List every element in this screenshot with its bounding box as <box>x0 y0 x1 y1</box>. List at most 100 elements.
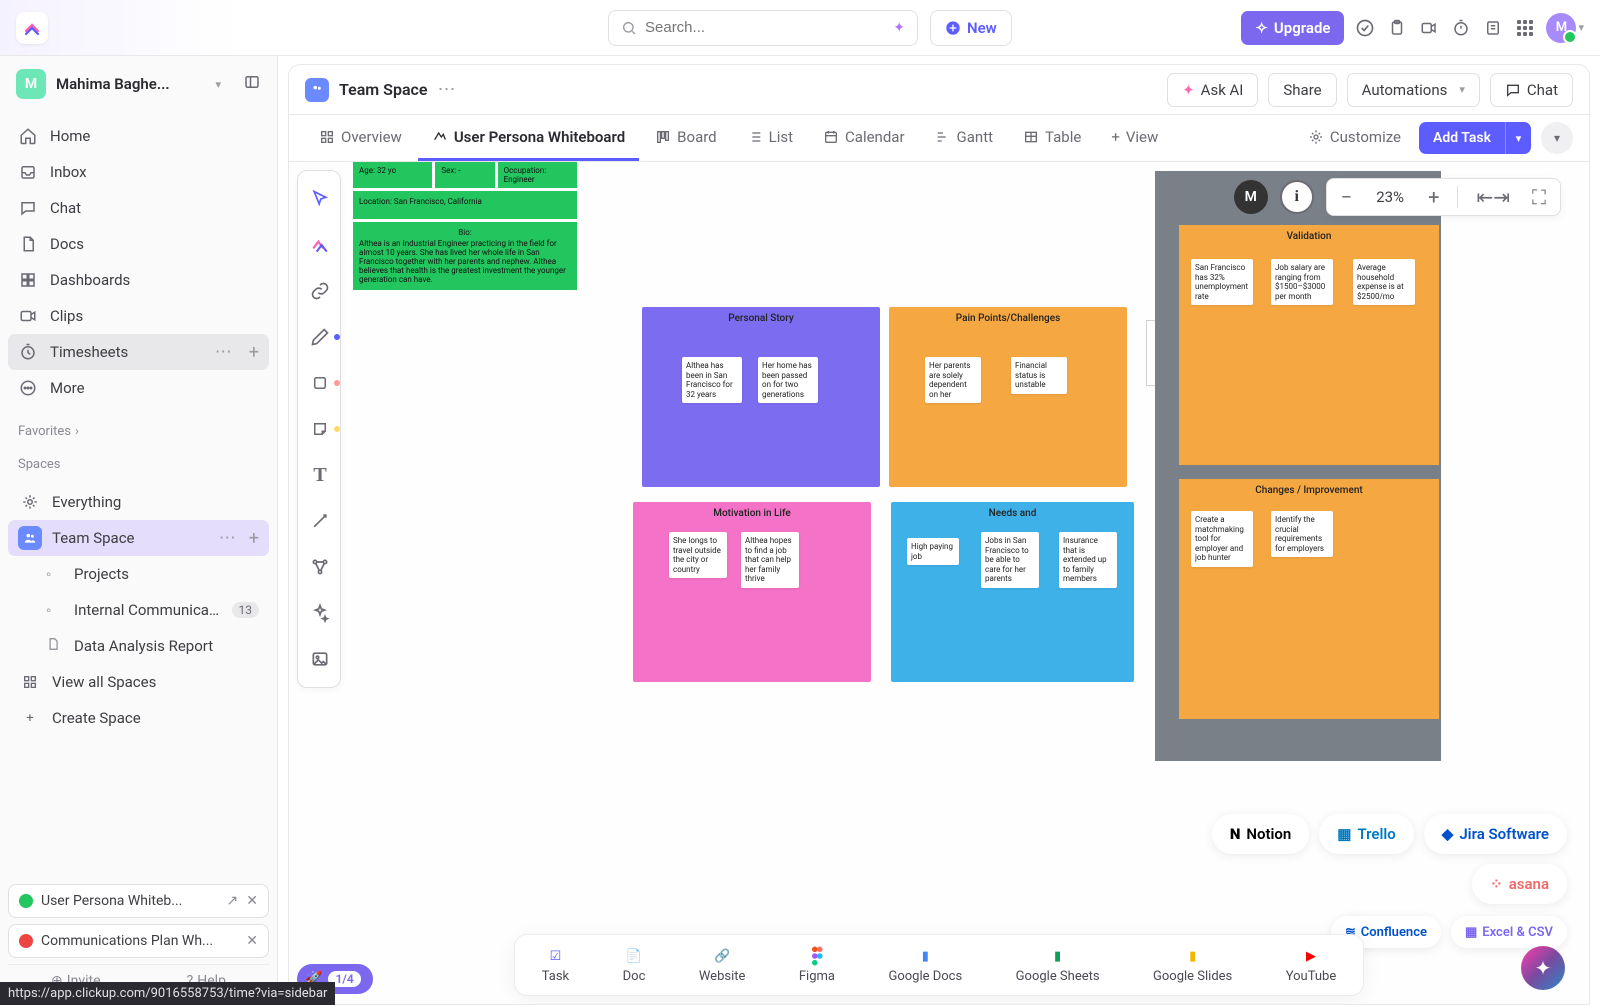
automations-button[interactable]: Automations▾ <box>1347 73 1480 107</box>
sidebar-collapse-icon[interactable] <box>243 73 261 95</box>
magic-tool[interactable] <box>298 591 342 635</box>
tab-gantt[interactable]: Gantt <box>921 115 1007 161</box>
notepad-icon[interactable] <box>1482 17 1504 39</box>
changes-box[interactable]: Changes / Improvement Create a matchmaki… <box>1179 479 1439 719</box>
whiteboard-canvas[interactable]: T 🚀 1/4 M i − 23% + ⇤⇥ ⛶ <box>288 162 1590 1005</box>
user-avatar[interactable]: M <box>1546 13 1576 43</box>
breadcrumb-title[interactable]: Team Space <box>339 80 428 99</box>
space-everything[interactable]: Everything <box>8 484 269 520</box>
tab-add-view[interactable]: +View <box>1097 115 1172 161</box>
favorites-label[interactable]: Favorites› <box>0 412 277 445</box>
ai-tool[interactable] <box>298 223 342 267</box>
dock-gslides[interactable]: ▮Google Slides <box>1153 946 1232 984</box>
nav-dashboards[interactable]: Dashboards <box>8 262 269 298</box>
tab-board[interactable]: Board <box>641 115 730 161</box>
pain-points-box[interactable]: Pain Points/Challenges Her parents are s… <box>889 307 1127 487</box>
add-task-button[interactable]: Add Task <box>1419 122 1505 154</box>
share-button[interactable]: Share <box>1268 73 1336 107</box>
motivation-box[interactable]: Motivation in Life She longs to travel o… <box>633 502 871 682</box>
workspace-switcher[interactable]: M Mahima Baghe... ▾ <box>0 56 277 112</box>
more-icon[interactable]: ⋯ <box>215 342 233 362</box>
text-tool[interactable]: T <box>298 453 342 497</box>
customize-button[interactable]: Customize <box>1300 115 1409 161</box>
integration-asana[interactable]: ⁘asana <box>1472 864 1567 904</box>
more-icon[interactable]: ⋯ <box>438 79 457 100</box>
check-circle-icon[interactable] <box>1354 17 1376 39</box>
nav-timesheets[interactable]: Timesheets⋯+ <box>8 334 269 370</box>
more-options-button[interactable]: ▾ <box>1541 122 1573 154</box>
integration-notion[interactable]: NNotion <box>1212 814 1309 854</box>
open-task-2[interactable]: Communications Plan Wh... ✕ <box>8 924 269 958</box>
search-input[interactable]: ✦ <box>608 10 918 46</box>
nav-docs[interactable]: Docs <box>8 226 269 262</box>
create-space[interactable]: +Create Space <box>8 700 269 736</box>
nav-inbox[interactable]: Inbox <box>8 154 269 190</box>
apps-grid-icon[interactable] <box>1514 17 1536 39</box>
fullscreen-icon[interactable]: ⛶ <box>1528 185 1550 209</box>
image-tool[interactable] <box>298 637 342 681</box>
plus-icon[interactable]: + <box>249 528 259 549</box>
add-task-dropdown[interactable]: ▾ <box>1505 122 1531 154</box>
view-all-spaces[interactable]: View all Spaces <box>8 664 269 700</box>
upgrade-button[interactable]: ✧ Upgrade <box>1241 11 1344 45</box>
integration-excel[interactable]: ▦Excel & CSV <box>1451 916 1567 948</box>
app-logo[interactable] <box>16 12 48 44</box>
space-data-analysis[interactable]: Data Analysis Report <box>8 628 269 664</box>
chat-button[interactable]: Chat <box>1490 73 1573 107</box>
nav-more[interactable]: More <box>8 370 269 406</box>
tab-list[interactable]: List <box>733 115 807 161</box>
close-icon[interactable]: ✕ <box>246 893 258 909</box>
zoom-percent[interactable]: 23% <box>1370 188 1410 206</box>
clipboard-icon[interactable] <box>1386 17 1408 39</box>
right-panel[interactable]: Validation San Francisco has 32% unemplo… <box>1155 171 1441 761</box>
space-team-space[interactable]: Team Space ⋯ + <box>8 520 269 556</box>
validation-box[interactable]: Validation San Francisco has 32% unemplo… <box>1179 225 1439 465</box>
cursor-tool[interactable] <box>298 177 342 221</box>
stopwatch-icon[interactable] <box>1450 17 1472 39</box>
tab-whiteboard[interactable]: User Persona Whiteboard <box>418 115 639 161</box>
ask-ai-button[interactable]: Ask AI <box>1167 73 1258 107</box>
fit-width-icon[interactable]: ⇤⇥ <box>1472 185 1514 209</box>
dock-website[interactable]: 🔗Website <box>699 946 746 984</box>
dock-gsheets[interactable]: ▮Google Sheets <box>1016 946 1100 984</box>
video-icon[interactable] <box>1418 17 1440 39</box>
breadcrumb-space-icon[interactable] <box>305 78 329 102</box>
needs-box[interactable]: Needs and High paying job Jobs in San Fr… <box>891 502 1134 682</box>
tab-calendar[interactable]: Calendar <box>809 115 919 161</box>
sticky-tool[interactable] <box>298 407 342 451</box>
fab-create[interactable]: ✦ <box>1521 946 1565 990</box>
new-button[interactable]: New <box>930 10 1012 46</box>
integration-trello[interactable]: ▦Trello <box>1319 814 1414 854</box>
diagram-tool[interactable] <box>298 545 342 589</box>
more-icon[interactable]: ⋯ <box>219 528 237 548</box>
dock-gdocs[interactable]: ▮Google Docs <box>888 946 962 984</box>
link-tool[interactable] <box>298 269 342 313</box>
ai-sparkle-icon[interactable]: ✦ <box>893 20 905 36</box>
presence-avatar[interactable]: M <box>1234 180 1268 214</box>
info-icon[interactable]: i <box>1280 180 1314 214</box>
nav-home[interactable]: Home <box>8 118 269 154</box>
integration-jira[interactable]: ◆Jira Software <box>1424 814 1567 854</box>
close-icon[interactable]: ✕ <box>246 933 258 949</box>
nav-clips[interactable]: Clips <box>8 298 269 334</box>
tab-overview[interactable]: Overview <box>305 115 416 161</box>
space-projects[interactable]: ◦Projects <box>8 556 269 592</box>
space-internal-comm[interactable]: ◦Internal Communicati...13 <box>8 592 269 628</box>
personal-story-box[interactable]: Personal Story Althea has been in San Fr… <box>642 307 880 487</box>
shape-tool[interactable] <box>298 361 342 405</box>
dock-youtube[interactable]: ▶YouTube <box>1286 946 1337 984</box>
connector-tool[interactable] <box>298 499 342 543</box>
zoom-in-button[interactable]: + <box>1424 185 1443 209</box>
external-link-icon[interactable]: ↗ <box>227 893 239 909</box>
chevron-down-icon[interactable]: ▾ <box>1578 21 1584 34</box>
pen-tool[interactable] <box>298 315 342 359</box>
nav-chat[interactable]: Chat <box>8 190 269 226</box>
plus-icon[interactable]: + <box>249 342 259 363</box>
dock-task[interactable]: ☑Task <box>542 946 569 984</box>
dock-doc[interactable]: 📄Doc <box>623 946 646 984</box>
zoom-out-button[interactable]: − <box>1337 185 1356 209</box>
dock-figma[interactable]: Figma <box>799 946 835 984</box>
open-task-1[interactable]: User Persona Whiteb... ↗ ✕ <box>8 884 269 918</box>
tab-table[interactable]: Table <box>1009 115 1095 161</box>
profile-box[interactable]: Age: 32 yo Sex: - Occupation: Engineer L… <box>353 162 577 290</box>
